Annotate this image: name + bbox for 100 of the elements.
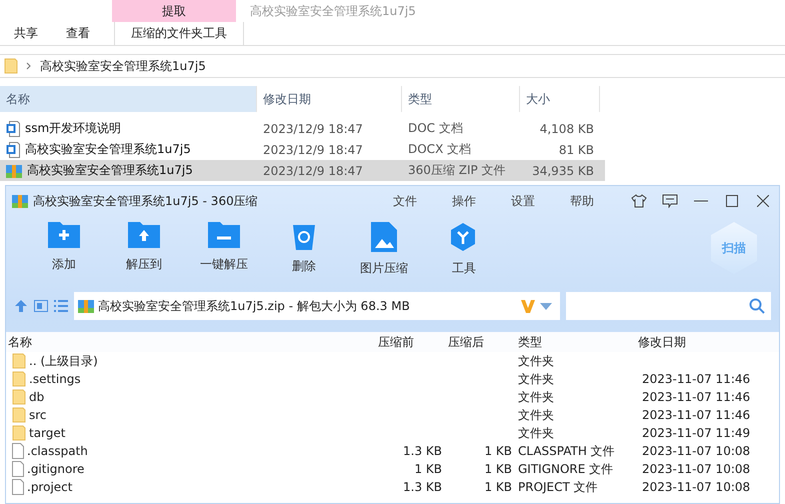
file-name: 高校实验室安全管理系统1u7j5 <box>27 162 193 179</box>
folder-icon <box>12 407 26 423</box>
file-row[interactable]: 高校实验室安全管理系统1u7j5 2023/12/9 18:47 360压缩 ZIP 文件 34,935 KB <box>0 160 605 181</box>
path-field[interactable]: 高校实验室安全管理系统1u7j5.zip - 解包大小为 68.3 MB <box>74 292 560 320</box>
file-size: 81 KB <box>558 142 594 156</box>
entry-name: src <box>29 408 47 422</box>
message-icon <box>662 194 678 208</box>
entry-name: .settings <box>29 372 81 386</box>
minimize-icon <box>694 200 708 202</box>
close-icon <box>757 195 769 207</box>
archive-row[interactable]: src 文件夹 2023-11-07 11:46 <box>6 406 779 424</box>
entry-type: GITIGNORE 文件 <box>518 460 614 478</box>
folder-icon <box>12 389 26 405</box>
column-header[interactable]: 修改日期 <box>636 334 776 350</box>
file-icon <box>12 479 24 495</box>
size-after: 1 KB <box>484 480 512 494</box>
column-header[interactable]: 类型 <box>516 334 636 350</box>
menu-item[interactable]: 操作 <box>452 192 476 210</box>
ribbon-tab[interactable]: 查看 <box>52 22 104 45</box>
entry-name: .project <box>27 480 72 494</box>
folder-icon <box>12 425 26 441</box>
file-date: 2023/12/9 18:47 <box>263 142 363 156</box>
toolbar-button[interactable]: 工具 <box>424 216 504 277</box>
file-row[interactable]: 高校实验室安全管理系统1u7j5 2023/12/9 18:47 DOCX 文档 81 KB <box>0 139 605 160</box>
entry-type: CLASSPATH 文件 <box>518 442 615 460</box>
toolbar-button[interactable]: 一键解压 <box>184 216 264 273</box>
folder-icon <box>12 353 26 369</box>
archive-row[interactable]: .classpath 1.3 KB 1 KB CLASSPATH 文件 2023-11-07 10:08 <box>6 442 779 460</box>
folder-plus-icon <box>48 222 80 248</box>
folder-icon <box>4 58 18 74</box>
file-icon <box>12 443 24 459</box>
window-title: 高校实验室安全管理系统1u7j5 - 360压缩 <box>33 192 259 210</box>
archive-row[interactable]: db 文件夹 2023-11-07 11:46 <box>6 388 779 406</box>
file-size: 4,108 KB <box>540 122 594 136</box>
breadcrumb[interactable]: 高校实验室安全管理系统1u7j5 <box>40 58 206 74</box>
entry-name: target <box>29 426 66 440</box>
archive-row[interactable]: .settings 文件夹 2023-11-07 11:46 <box>6 370 779 388</box>
column-header[interactable]: 压缩后 <box>446 334 516 350</box>
column-header[interactable]: 名称 <box>0 86 257 112</box>
entry-date: 2023-11-07 10:08 <box>642 480 750 494</box>
file-icon <box>12 461 24 477</box>
menu-item[interactable]: 设置 <box>511 192 535 210</box>
word-document-icon <box>6 120 20 136</box>
menu-item[interactable]: 帮助 <box>570 192 594 210</box>
toolbar-button[interactable]: 解压到 <box>104 216 184 273</box>
archive-icon <box>78 299 94 313</box>
entry-name: .. (上级目录) <box>29 352 98 370</box>
search-field[interactable] <box>566 292 771 320</box>
column-header[interactable]: 大小 <box>520 86 600 112</box>
entry-date: 2023-11-07 10:08 <box>642 444 750 458</box>
column-header[interactable]: 压缩前 <box>376 334 446 350</box>
search-icon <box>749 298 765 314</box>
menu-item[interactable]: 文件 <box>393 192 417 210</box>
entry-name: .gitignore <box>27 462 84 476</box>
thumbnail-view-icon[interactable] <box>34 300 48 312</box>
archive-row[interactable]: .gitignore 1 KB 1 KB GITIGNORE 文件 2023-11-07 10:08 <box>6 460 779 478</box>
entry-type: PROJECT 文件 <box>518 478 598 496</box>
file-name: ssm开发环境说明 <box>25 120 122 137</box>
size-before: 1.3 KB <box>403 444 442 458</box>
column-header[interactable]: 修改日期 <box>257 86 402 112</box>
folder-upload-icon <box>128 222 160 248</box>
maximize-icon <box>726 195 738 207</box>
entry-type: 文件夹 <box>518 424 554 442</box>
archive-icon <box>6 164 22 178</box>
ribbon-tab[interactable]: 共享 <box>0 22 52 45</box>
address-bar[interactable]: 高校实验室安全管理系统1u7j5 <box>0 54 785 78</box>
entry-type: 文件夹 <box>518 388 554 406</box>
column-header[interactable]: 名称 <box>6 334 376 350</box>
recycle-bin-icon <box>291 222 317 250</box>
contextual-tab-header: 提取 <box>112 0 236 22</box>
app-icon <box>12 194 28 208</box>
toolbar-button[interactable]: 添加 <box>24 216 104 273</box>
entry-type: 文件夹 <box>518 370 554 388</box>
entry-date: 2023-11-07 11:49 <box>642 426 750 440</box>
entry-type: 文件夹 <box>518 406 554 424</box>
entry-date: 2023-11-07 10:08 <box>642 462 750 476</box>
file-type: DOC 文档 <box>408 120 463 137</box>
toolbar-button[interactable]: 图片压缩 <box>344 216 424 277</box>
file-date: 2023/12/9 18:47 <box>263 164 363 178</box>
chevron-right-icon <box>26 62 32 70</box>
file-size: 34,935 KB <box>532 164 594 178</box>
entry-type: 文件夹 <box>518 352 554 370</box>
archive-row[interactable]: .project 1.3 KB 1 KB PROJECT 文件 2023-11-07 10:08 <box>6 478 779 496</box>
archive-path: 高校实验室安全管理系统1u7j5.zip - 解包大小为 68.3 MB <box>98 298 411 314</box>
file-type: 360压缩 ZIP 文件 <box>408 162 506 179</box>
word-document-icon <box>6 142 20 158</box>
size-before: 1.3 KB <box>403 480 442 494</box>
column-header[interactable]: 类型 <box>402 86 520 112</box>
entry-date: 2023-11-07 11:46 <box>642 372 750 386</box>
size-after: 1 KB <box>484 444 512 458</box>
size-before: 1 KB <box>414 462 442 476</box>
archive-row[interactable]: .. (上级目录) 文件夹 <box>6 352 779 370</box>
file-row[interactable]: ssm开发环境说明 2023/12/9 18:47 DOC 文档 4,108 KB <box>0 118 605 139</box>
size-after: 1 KB <box>484 462 512 476</box>
entry-name: .classpath <box>27 444 88 458</box>
archive-row[interactable]: target 文件夹 2023-11-07 11:49 <box>6 424 779 442</box>
shirt-icon <box>631 194 647 208</box>
ribbon-tab[interactable]: 压缩的文件夹工具 <box>114 22 244 45</box>
toolbar-button[interactable]: 删除 <box>264 216 344 275</box>
file-date: 2023/12/9 18:47 <box>263 122 363 136</box>
